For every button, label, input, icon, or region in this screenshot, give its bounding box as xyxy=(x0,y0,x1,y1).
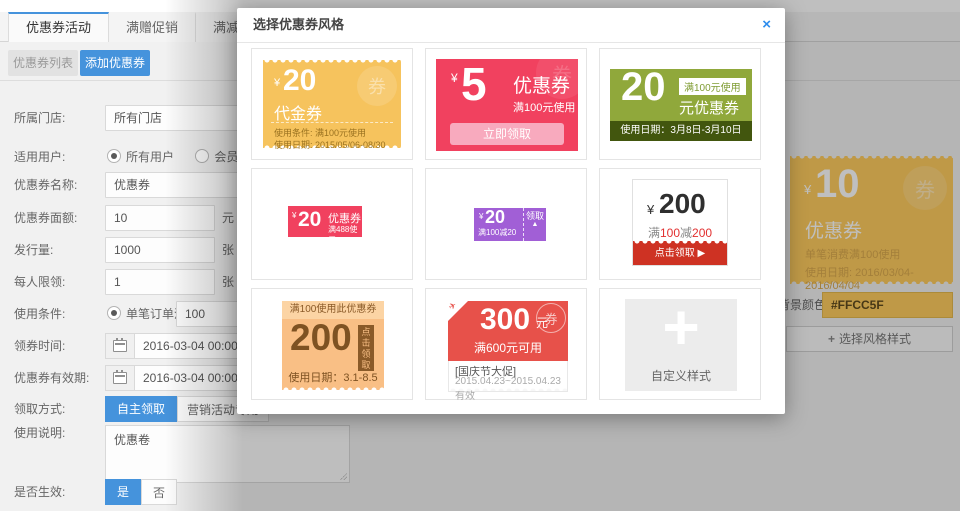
coupon-graphic: 满100使用此优惠券 200 点击领取 使用日期：3.1-8.5 xyxy=(282,301,384,390)
coupon-condition: 满600元可用 xyxy=(448,339,568,356)
coupon-style-modal: 选择优惠券风格 × ¥ 20 券 代金券 使用条件: 满100元使用 使用日期:… xyxy=(237,8,785,414)
coupon-amount: 20 xyxy=(485,207,505,228)
coupon-amount: 5 xyxy=(461,59,487,111)
coupon-name: 元优惠券 xyxy=(679,97,739,118)
coupon-style-white-border[interactable]: ¥ 200 满100减200 点击领取 ▶ xyxy=(599,168,761,280)
coupon-name: 代金券 xyxy=(274,100,322,124)
coupon-condition: 满100减200 xyxy=(633,224,727,241)
coupon-condition: 满100元使用 xyxy=(513,99,575,115)
scallop-edge xyxy=(282,385,384,390)
coupon-currency: ¥ xyxy=(451,71,458,85)
arrow-icon: ▶ xyxy=(698,248,706,259)
custom-style-label: 自定义样式 xyxy=(625,367,737,384)
coupon-style-red-tag[interactable]: ¥ 20 优惠券 满488使用 xyxy=(251,168,413,280)
coupon-admin-page: 优惠券活动 满赠促销 满减促销 打折促销 优惠券列表 添加优惠券 所属门店: 所… xyxy=(0,0,960,511)
coupon-date: 使用日期：3.1-8.5 xyxy=(282,369,384,385)
coupon-graphic: ¥ 20 满100减20 领取 ▲ xyxy=(474,208,546,241)
coupon-condition: 满100减20 xyxy=(478,227,516,238)
coupon-condition: 满488使用 xyxy=(328,224,362,246)
coupon-promo-section: [国庆节大促] 2015.04.23~2015.04.23有效 xyxy=(448,361,568,392)
coupon-style-purple-tag[interactable]: ¥ 20 满100减20 领取 ▲ xyxy=(425,168,587,280)
modal-header: 选择优惠券风格 × xyxy=(237,8,785,43)
custom-style-box: + 自定义样式 xyxy=(625,299,737,391)
coupon-graphic: ¥ 20 券 代金券 使用条件: 满100元使用 使用日期: 2015/05/0… xyxy=(263,60,401,148)
coupon-graphic: ✈ 券 300 元 满600元可用 xyxy=(448,301,568,361)
claim-tab: 领取 ▲ xyxy=(523,208,546,241)
close-icon[interactable]: × xyxy=(762,8,771,42)
perforation-edge xyxy=(633,241,727,246)
coupon-graphic: 券 ¥ 5 优惠券 满100元使用 立即领取 xyxy=(436,59,578,151)
coupon-amount: 20 xyxy=(621,65,666,110)
coupon-currency: ¥ xyxy=(274,77,280,89)
coupon-name: 优惠券 xyxy=(513,71,570,98)
coupon-date: 使用日期: 2015/05/06-08/30 xyxy=(274,138,386,151)
coupon-style-orange-ticket[interactable]: 满100使用此优惠券 200 点击领取 使用日期：3.1-8.5 xyxy=(251,288,413,400)
dashed-divider xyxy=(271,122,393,123)
coupon-style-yellow-ticket[interactable]: ¥ 20 券 代金券 使用条件: 满100元使用 使用日期: 2015/05/0… xyxy=(251,48,413,160)
coupon-amount: 300 xyxy=(480,303,530,337)
coupon-style-custom[interactable]: + 自定义样式 xyxy=(599,288,761,400)
coupon-amount: 20 xyxy=(283,64,316,98)
wave-edge xyxy=(449,386,567,391)
claim-now-button: 立即领取 xyxy=(450,123,564,145)
coupon-graphic: 20 满100元使用 元优惠券 使用日期：3月8日-3月10日 xyxy=(610,69,752,141)
coupon-currency: ¥ xyxy=(292,211,296,220)
coupon-style-pink[interactable]: 券 ¥ 5 优惠券 满100元使用 立即领取 xyxy=(425,48,587,160)
coupon-condition-badge: 满100元使用 xyxy=(679,78,746,95)
coupon-graphic: ¥ 20 优惠券 满488使用 xyxy=(288,206,362,237)
coupon-unit: 元 xyxy=(536,317,548,329)
click-claim-vertical-button: 点击领取 xyxy=(358,325,374,371)
claim-label: 领取 xyxy=(524,208,546,221)
coupon-graphic: ¥ 200 满100减200 点击领取 ▶ xyxy=(632,179,728,266)
coupon-amount: 20 xyxy=(298,208,321,232)
plus-icon: + xyxy=(625,291,737,363)
click-claim-bar: 点击领取 ▶ xyxy=(633,241,727,265)
coupon-amount: 200 xyxy=(659,188,706,220)
modal-title: 选择优惠券风格 xyxy=(237,8,785,42)
coupon-date-bar: 使用日期：3月8日-3月10日 xyxy=(610,121,752,141)
coupon-amount: 200 xyxy=(290,317,352,359)
coupon-currency: ¥ xyxy=(479,212,483,221)
coupon-style-red-flag[interactable]: ✈ 券 300 元 满600元可用 [国庆节大促] 2015.04.23~201… xyxy=(425,288,587,400)
coupon-style-green[interactable]: 20 满100元使用 元优惠券 使用日期：3月8日-3月10日 xyxy=(599,48,761,160)
triangle-icon: ▲ xyxy=(524,221,546,228)
coupon-currency: ¥ xyxy=(647,202,654,217)
coupon-watermark-icon: 券 xyxy=(357,66,397,106)
